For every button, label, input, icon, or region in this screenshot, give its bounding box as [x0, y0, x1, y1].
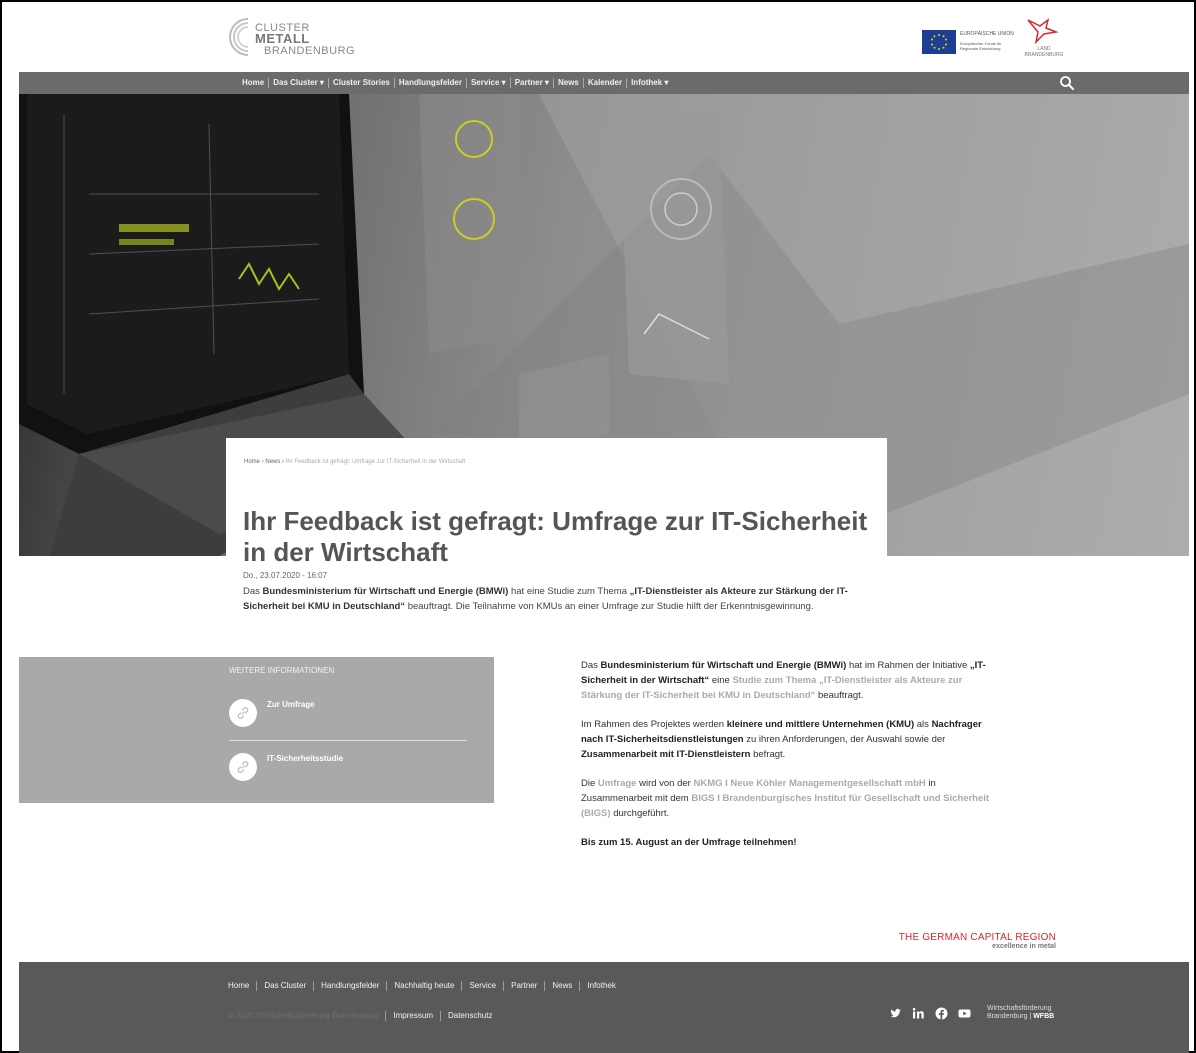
link-icon	[229, 753, 257, 781]
link-label: Zur Umfrage	[267, 700, 315, 709]
wfbb-short: WFBB	[1033, 1013, 1055, 1020]
link-label: IT-Sicherheitsstudie	[267, 754, 344, 763]
copyright: © 2020 Wirtschaftsförderung Brandenburg	[228, 1011, 387, 1021]
impressum-link[interactable]: Impressum	[386, 1011, 441, 1021]
footer-nav: Home Das Cluster Handlungsfelder Nachhal…	[228, 981, 623, 991]
nav-home[interactable]: Home	[238, 78, 270, 88]
footer-nav-nachhaltig-heute[interactable]: Nachhaltig heute	[387, 981, 463, 991]
link-zur-umfrage[interactable]: Zur Umfrage	[229, 697, 467, 741]
social-links	[889, 1007, 971, 1020]
nav-das-cluster[interactable]: Das Cluster ▾	[269, 78, 329, 88]
wfbb-logo[interactable]: Wirtschaftsförderung Brandenburg | WFBB	[987, 1005, 1054, 1021]
call-to-action: Bis zum 15. August an der Umfrage teilne…	[581, 837, 797, 848]
logo-line-metall: METALL	[255, 31, 310, 46]
search-icon[interactable]	[1059, 75, 1075, 91]
nav-kalender[interactable]: Kalender	[584, 78, 628, 88]
wfbb-line2: Brandenburg | WFBB	[987, 1013, 1055, 1020]
youtube-icon[interactable]	[958, 1007, 971, 1020]
breadcrumb-current: Ihr Feedback ist gefragt: Umfrage zur IT…	[285, 459, 466, 465]
eu-fund-text: Europäischer Fonds für Regionale Entwick…	[960, 41, 1002, 51]
breadcrumb-separator: ›	[261, 459, 264, 465]
breadcrumb-separator: ›	[282, 459, 285, 465]
breadcrumb-home[interactable]: Home	[244, 459, 260, 465]
eu-flag-icon	[922, 30, 956, 54]
article-body: Das Bundesministerium für Wirtschaft und…	[581, 658, 991, 864]
eu-title: EUROPÄISCHE UNION	[960, 31, 1014, 37]
sidebar-title: WEITERE INFORMATIONEN	[229, 666, 335, 675]
breadcrumb: Home › News › Ihr Feedback ist gefragt: …	[244, 459, 465, 465]
article-lead: Das Bundesministerium für Wirtschaft und…	[243, 586, 848, 612]
article-date: Do., 23.07.2020 - 16:07	[243, 571, 328, 580]
body-paragraph: Das Bundesministerium für Wirtschaft und…	[581, 660, 986, 701]
state-name: LAND BRANDENBURG	[1024, 46, 1064, 58]
breadcrumb-news[interactable]: News	[265, 459, 280, 465]
footer-nav-home[interactable]: Home	[228, 981, 258, 991]
capital-region-branding: THE GERMAN CAPITAL REGION excellence in …	[840, 932, 1056, 950]
body-paragraph: Die Umfrage wird von der NKMG I Neue Köh…	[581, 778, 990, 819]
more-info-sidebar: WEITERE INFORMATIONEN Zur Umfrage IT-Sic…	[19, 657, 494, 803]
main-nav: Home Das Cluster ▾ Cluster Stories Handl…	[19, 72, 1189, 94]
footer-nav-infothek[interactable]: Infothek	[580, 981, 622, 991]
facebook-icon[interactable]	[935, 1007, 948, 1020]
nkmg-link[interactable]: NKMG I Neue Köhler Managementgesellschaf…	[693, 778, 925, 789]
wfbb-line1: Wirtschaftsförderung	[987, 1005, 1052, 1012]
nav-news[interactable]: News	[554, 78, 584, 88]
region-title: THE GERMAN CAPITAL REGION	[898, 932, 1056, 943]
nav-handlungsfelder[interactable]: Handlungsfelder	[395, 78, 467, 88]
link-it-sicherheitsstudie[interactable]: IT-Sicherheitsstudie	[229, 751, 467, 791]
site-header: CLUSTER METALL BRANDENBURG EUROPÄISCHE U…	[19, 6, 1189, 70]
logo-line-brandenburg: BRANDENBURG	[264, 45, 356, 57]
nav-service[interactable]: Service ▾	[467, 78, 511, 88]
brandenburg-logo[interactable]: LAND BRANDENBURG	[1014, 16, 1074, 61]
datenschutz-link[interactable]: Datenschutz	[441, 1011, 499, 1021]
footer-nav-service[interactable]: Service	[462, 981, 505, 991]
eagle-icon	[1027, 18, 1059, 44]
link-icon	[229, 699, 257, 727]
body-paragraph: Im Rahmen des Projektes werden kleinere …	[581, 719, 982, 760]
footer-nav-news[interactable]: News	[545, 981, 581, 991]
footer-nav-das-cluster[interactable]: Das Cluster	[257, 981, 315, 991]
region-subtitle: excellence in metal	[992, 943, 1056, 950]
cluster-logo[interactable]: CLUSTER METALL BRANDENBURG	[228, 16, 378, 58]
footer-nav-partner[interactable]: Partner	[504, 981, 546, 991]
logo-rings-icon	[229, 16, 258, 58]
nav-partner[interactable]: Partner ▾	[511, 78, 554, 88]
nav-menu: Home Das Cluster ▾ Cluster Stories Handl…	[238, 72, 672, 94]
footer-nav-handlungsfelder[interactable]: Handlungsfelder	[314, 981, 388, 991]
footer-legal: © 2020 Wirtschaftsförderung Brandenburg …	[228, 1011, 499, 1021]
nav-cluster-stories[interactable]: Cluster Stories	[329, 78, 395, 88]
twitter-icon[interactable]	[889, 1007, 902, 1020]
eu-logo[interactable]: EUROPÄISCHE UNION Europäischer Fonds für…	[922, 26, 1027, 56]
site-footer: Home Das Cluster Handlungsfelder Nachhal…	[19, 962, 1189, 1053]
linkedin-icon[interactable]	[912, 1007, 925, 1020]
nav-infothek[interactable]: Infothek ▾	[627, 78, 672, 88]
page-title: Ihr Feedback ist gefragt: Umfrage zur IT…	[243, 506, 868, 567]
umfrage-link[interactable]: Umfrage	[598, 778, 637, 789]
